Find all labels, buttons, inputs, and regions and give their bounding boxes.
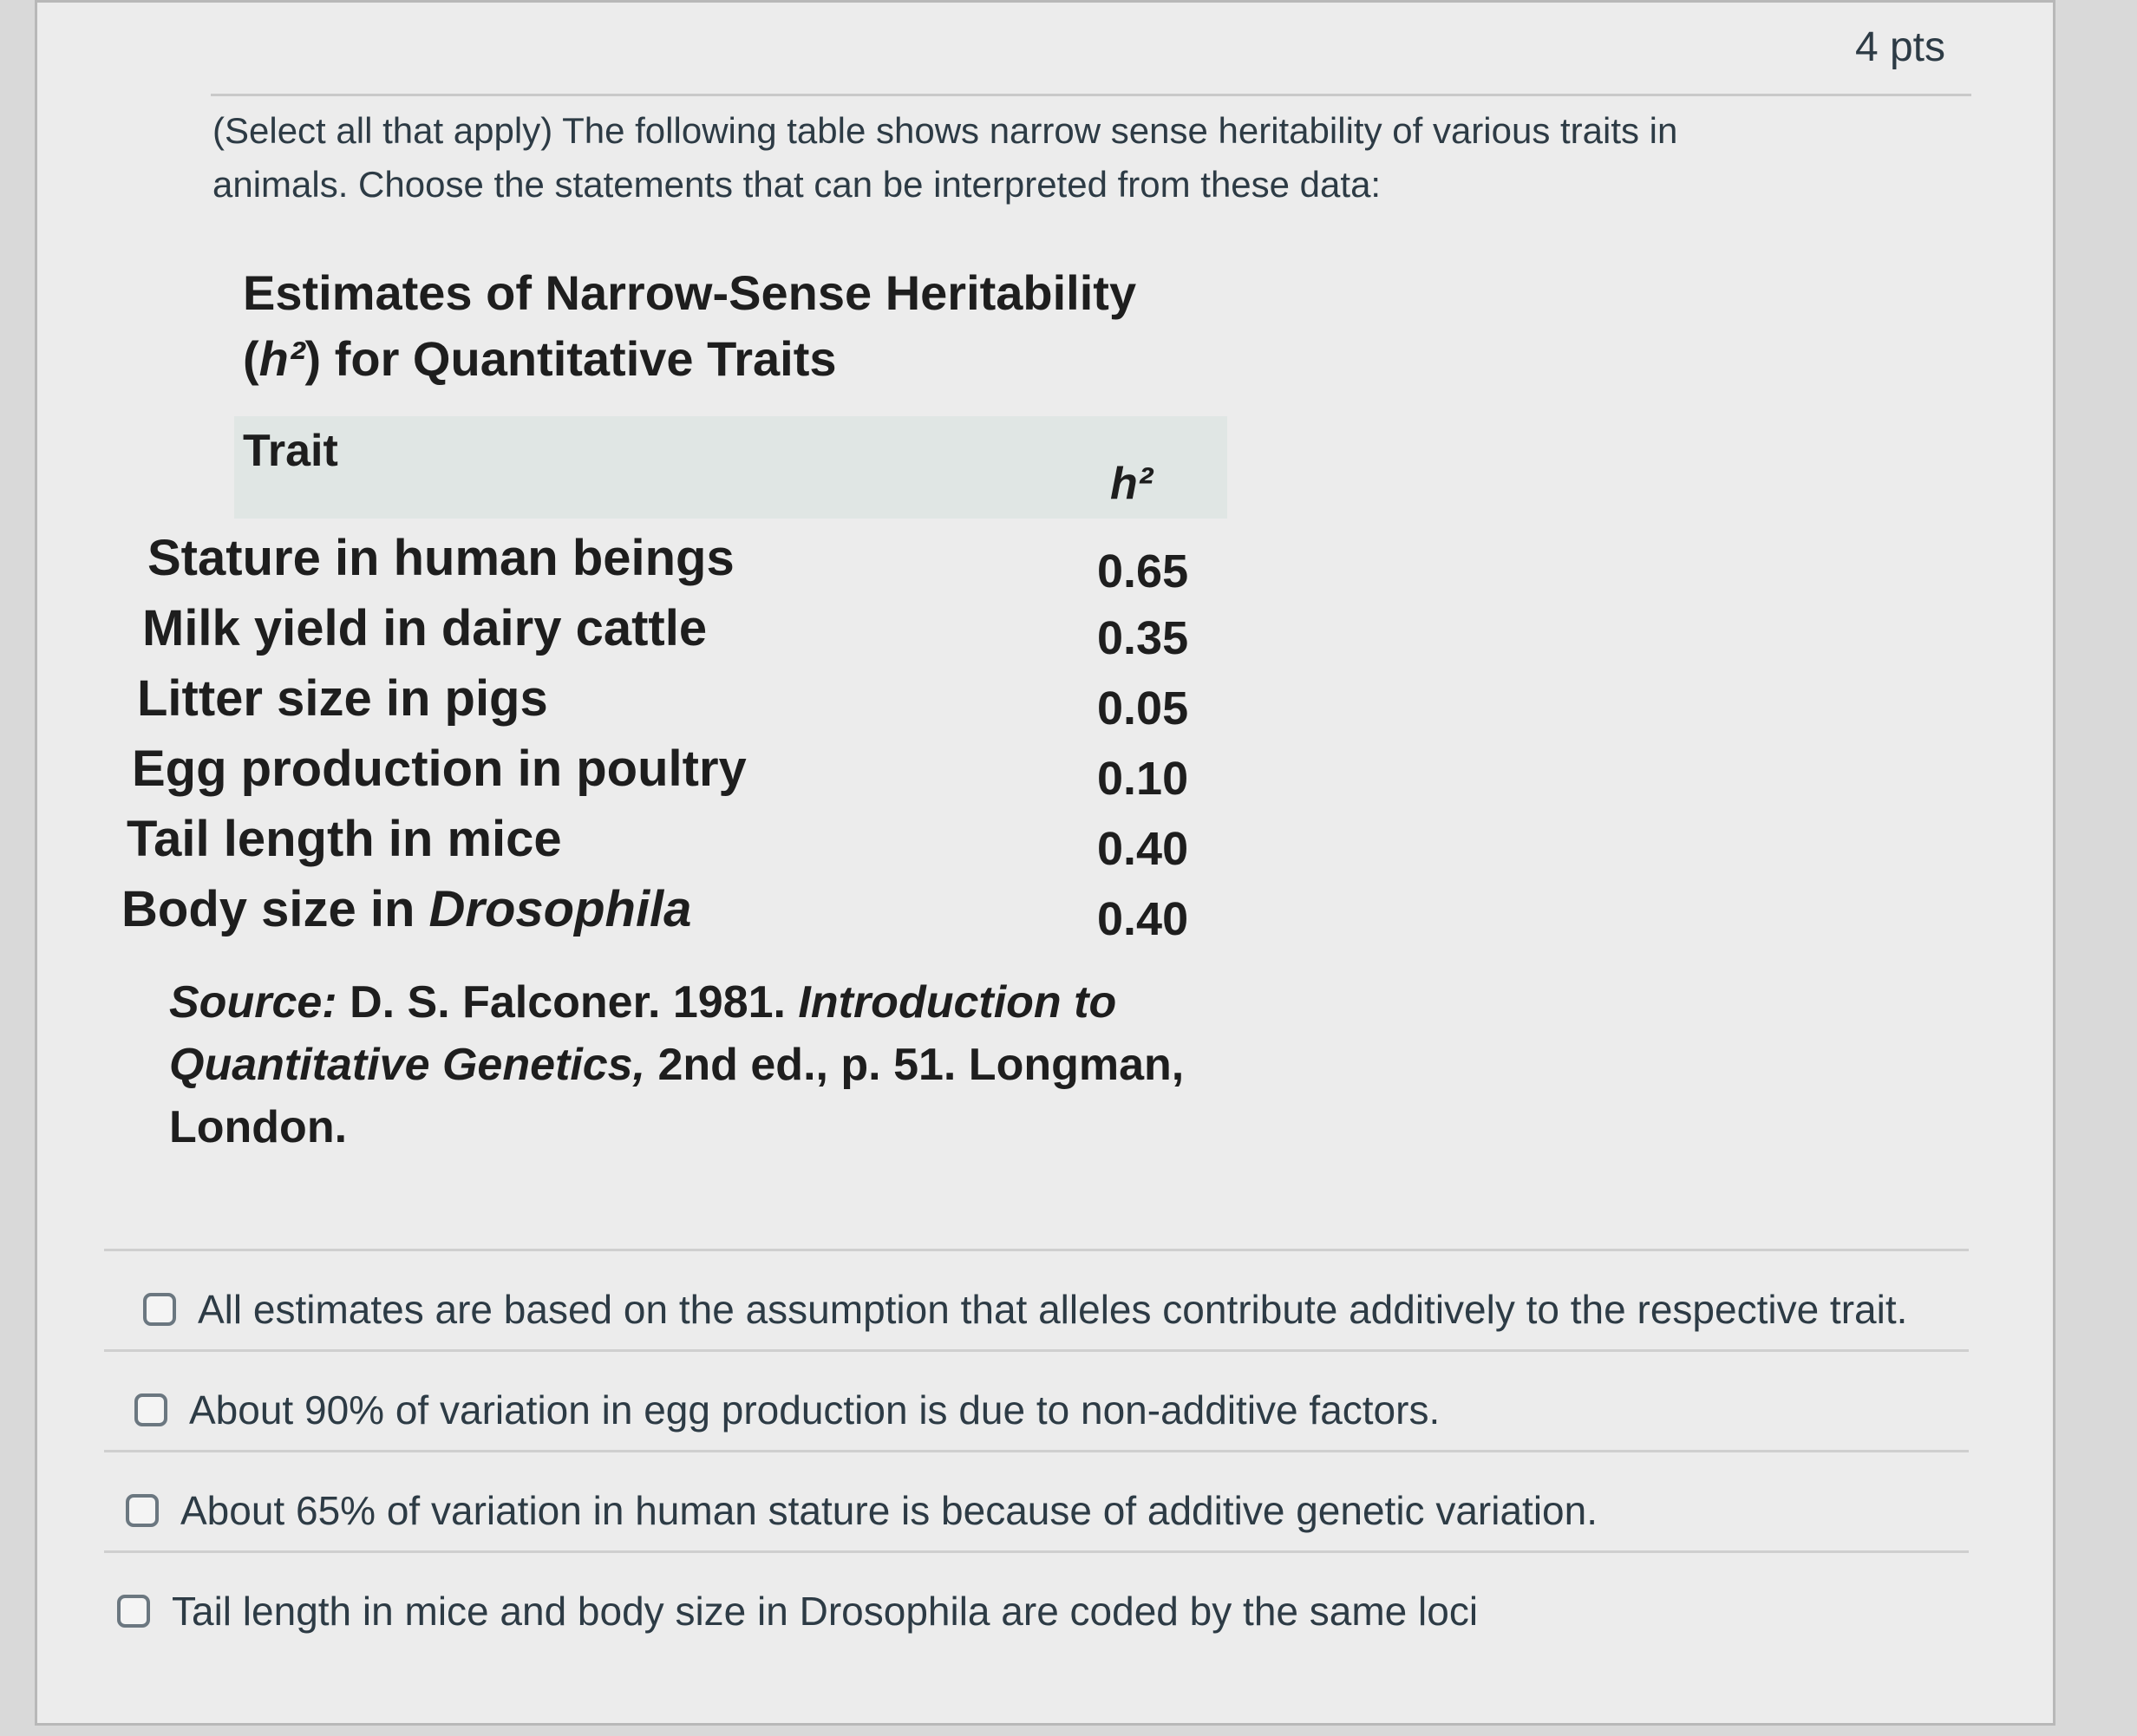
title-suffix: ) for Quantitative Traits <box>304 331 837 386</box>
answer-checkbox[interactable] <box>143 1293 176 1326</box>
trait-cell: Tail length in mice <box>127 811 562 867</box>
table-row: Milk yield in dairy cattle 0.35 <box>142 599 1284 669</box>
table-row: Stature in human beings 0.65 <box>147 529 1284 599</box>
source-label: Source: <box>169 977 350 1028</box>
title-paren-open: ( <box>243 331 259 386</box>
answer-option[interactable]: All estimates are based on the assumptio… <box>104 1249 1969 1349</box>
figure-title-line1: Estimates of Narrow-Sense Heritability <box>243 265 1137 320</box>
h2-cell: 0.05 <box>1097 682 1189 734</box>
title-h2-symbol: h² <box>258 331 305 386</box>
trait-genus: Drosophila <box>428 881 692 937</box>
source-author: D. S. Falconer. 1981. <box>350 977 799 1028</box>
trait-cell: Milk yield in dairy cattle <box>142 600 708 656</box>
answer-option[interactable]: About 90% of variation in egg production… <box>104 1349 1969 1450</box>
table-row: Tail length in mice 0.40 <box>127 810 1284 880</box>
table-body: Stature in human beings 0.65 Milk yield … <box>121 529 1284 950</box>
h2-cell: 0.40 <box>1097 823 1189 875</box>
answer-checkbox[interactable] <box>134 1393 167 1426</box>
answer-option[interactable]: Tail length in mice and body size in Dro… <box>104 1550 1969 1651</box>
trait-cell: Litter size in pigs <box>137 670 548 727</box>
answer-option[interactable]: About 65% of variation in human stature … <box>104 1450 1969 1550</box>
answer-checkbox[interactable] <box>117 1595 150 1628</box>
question-header: 4 pts <box>211 3 1971 96</box>
answer-label[interactable]: Tail length in mice and body size in Dro… <box>172 1588 1478 1635</box>
trait-cell: Body size in Drosophila <box>121 880 691 938</box>
points-label: 4 pts <box>1854 24 1945 70</box>
column-header-h2: h² <box>1110 459 1153 509</box>
trait-text: Body size in <box>121 881 429 937</box>
answer-label[interactable]: All estimates are based on the assumptio… <box>198 1286 1907 1333</box>
h2-cell: 0.65 <box>1097 545 1189 597</box>
answer-list: All estimates are based on the assumptio… <box>104 1249 1969 1651</box>
trait-cell: Stature in human beings <box>147 530 735 586</box>
figure-source: Source: D. S. Falconer. 1981. Introducti… <box>169 971 1297 1158</box>
table-row: Egg production in poultry 0.10 <box>132 740 1284 810</box>
table-header: Trait h² <box>234 416 1227 519</box>
figure-title: Estimates of Narrow-Sense Heritability (… <box>243 260 1284 392</box>
table-row: Body size in Drosophila 0.40 <box>121 880 1284 950</box>
table-row: Litter size in pigs 0.05 <box>137 669 1284 740</box>
h2-cell: 0.40 <box>1097 893 1189 945</box>
figure-title-line2: (h²) for Quantitative Traits <box>243 326 1284 392</box>
answer-label[interactable]: About 90% of variation in egg production… <box>189 1387 1440 1433</box>
column-header-trait: Trait <box>243 426 338 476</box>
answer-label[interactable]: About 65% of variation in human stature … <box>180 1487 1598 1534</box>
h2-cell: 0.10 <box>1097 753 1189 805</box>
answer-checkbox[interactable] <box>126 1494 159 1527</box>
h2-cell: 0.35 <box>1097 612 1189 664</box>
question-prompt: (Select all that apply) The following ta… <box>212 110 1678 205</box>
trait-cell: Egg production in poultry <box>132 741 747 797</box>
